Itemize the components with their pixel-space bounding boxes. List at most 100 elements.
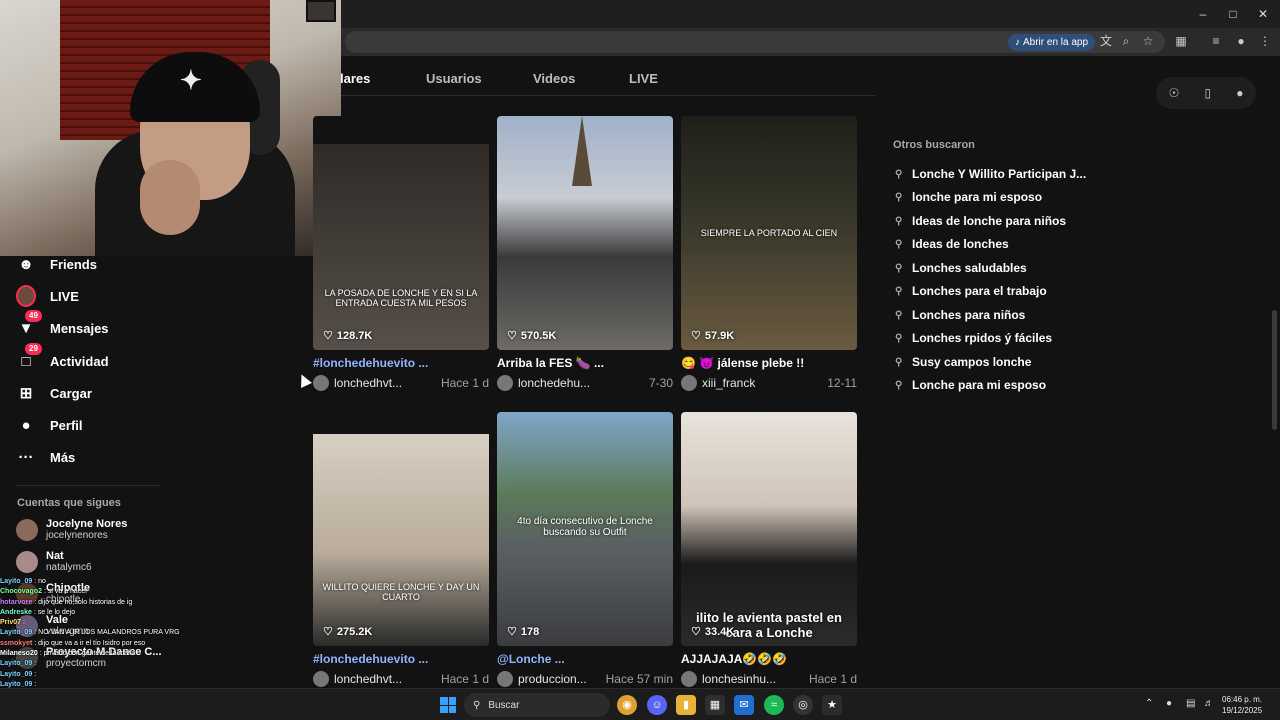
nav-messages[interactable]: ▼ 49 Mensajes (16, 310, 109, 340)
tab-live[interactable]: LIVE (629, 71, 658, 86)
profile-avatar-icon[interactable]: ● (1232, 32, 1250, 50)
video-card[interactable]: WILLITO QUIERE LONCHE Y DAY UN CUARTO ♡ 2… (313, 412, 489, 687)
extensions-icon[interactable]: ▦ (1172, 32, 1190, 50)
nav-friends[interactable]: ☻ Friends (16, 252, 97, 276)
video-thumbnail[interactable]: ♡ 570.5K (497, 116, 673, 350)
stream-chat-overlay: Layito_09 : no Chocovago2 : si va a hace… (0, 577, 200, 690)
following-item[interactable]: Jocelyne Nores jocelynenores (16, 515, 127, 545)
chat-line: ssmokyet : dijo que va a ir el tío Isidr… (0, 639, 146, 647)
video-caption[interactable]: Arriba la FES 🍆 ... (497, 356, 673, 370)
more-icon: ··· (18, 448, 34, 466)
video-meta: lonchedehu... 7-30 (497, 375, 673, 391)
microphone-icon[interactable]: ● (1166, 698, 1172, 709)
wall-frame (306, 0, 336, 22)
video-thumbnail[interactable]: ilito le avienta pastel en cara a Lonche… (681, 412, 857, 646)
video-caption[interactable]: AJJAJAJA🤣🤣🤣 (681, 652, 857, 666)
video-card[interactable]: LA POSADA DE LONCHE Y EN SI LA ENTRADA C… (313, 116, 489, 391)
obs-icon[interactable]: ◎ (793, 695, 813, 715)
video-card[interactable]: SIEMPRE LA PORTADO AL CIEN ♡ 57.9K 😋 😈 já… (681, 116, 857, 391)
nav-upload[interactable]: ⊞ Cargar (16, 381, 92, 405)
related-search-item[interactable]: ⚲ Susy campos lonche (895, 353, 1031, 371)
video-card[interactable]: ilito le avienta pastel en cara a Lonche… (681, 412, 857, 687)
chat-line: Andreske : se le lo dejo (0, 608, 76, 616)
video-author[interactable]: lonchedhvt... (334, 672, 435, 686)
following-name: Jocelyne Nores (46, 518, 128, 530)
taskbar-clock[interactable]: 06:46 p. m. 19/12/2025 (1222, 694, 1262, 716)
chrome-icon[interactable]: ◉ (617, 695, 637, 715)
taskbar-search[interactable]: ⚲ Buscar (464, 693, 610, 717)
media-icon[interactable]: ≡ (1207, 32, 1225, 50)
video-card[interactable]: ♡ 570.5K Arriba la FES 🍆 ... lonchedehu..… (497, 116, 673, 391)
video-likes: ♡ 33.4K (691, 625, 735, 639)
zoom-icon[interactable]: ⌕ (1117, 32, 1135, 50)
translate-icon[interactable]: 文 (1097, 32, 1115, 50)
taskbar-search-placeholder: Buscar (488, 699, 520, 711)
video-author[interactable]: produccion... (518, 672, 600, 686)
video-caption[interactable]: 😋 😈 jálense plebe !! (681, 356, 857, 370)
user-avatar-icon[interactable]: ● (1236, 86, 1243, 100)
tab-videos[interactable]: Videos (533, 71, 575, 86)
video-caption[interactable]: #lonchedehuevito ... (313, 356, 489, 370)
related-search-item[interactable]: ⚲ Ideas de lonches (895, 235, 1009, 253)
page-scrollbar[interactable] (1272, 310, 1277, 430)
mobile-icon[interactable]: ▯ (1204, 86, 1211, 100)
video-thumbnail[interactable]: SIEMPRE LA PORTADO AL CIEN ♡ 57.9K (681, 116, 857, 350)
nav-activity[interactable]: □ 29 Actividad (16, 343, 109, 373)
compass-icon[interactable]: ☉ (1169, 86, 1180, 100)
clock-time: 06:46 p. m. (1222, 695, 1263, 704)
related-search-item[interactable]: ⚲ Lonches rpidos ý fáciles (895, 329, 1052, 347)
tiktok-icon: ♪ (1015, 37, 1020, 48)
related-search-item[interactable]: ⚲ Lonche Y Willito Participan J... (895, 165, 1086, 183)
messages-badge: 49 (25, 310, 42, 322)
video-thumbnail[interactable]: 4to día consecutivo de Lonche buscando s… (497, 412, 673, 646)
related-search-item[interactable]: ⚲ Lonches para niños (895, 306, 1025, 324)
open-in-app-button[interactable]: ♪ Abrir en la app (1008, 34, 1096, 51)
following-user: natalymc6 (46, 562, 92, 573)
nav-upload-label: Cargar (50, 385, 92, 401)
video-thumbnail[interactable]: WILLITO QUIERE LONCHE Y DAY UN CUARTO ♡ 2… (313, 412, 489, 646)
nav-more[interactable]: ··· Más (16, 445, 76, 469)
start-button[interactable] (440, 697, 456, 713)
spotify-icon[interactable]: ≈ (764, 695, 784, 715)
video-author[interactable]: lonchesinhu... (702, 672, 803, 686)
browser-menu-icon[interactable]: ⋮ (1256, 32, 1274, 50)
network-icon[interactable]: ▤ (1186, 698, 1195, 709)
app-icon[interactable]: ★ (822, 695, 842, 715)
volume-icon[interactable]: ♬ (1204, 698, 1214, 709)
video-time: Hace 1 d (440, 672, 489, 686)
video-caption[interactable]: #lonchedehuevito ... (313, 652, 489, 666)
video-thumbnail[interactable]: LA POSADA DE LONCHE Y EN SI LA ENTRADA C… (313, 116, 489, 350)
video-author[interactable]: xiii_franck (702, 376, 821, 390)
store-icon[interactable]: ▦ (705, 695, 725, 715)
tab-users[interactable]: Usuarios (426, 71, 482, 86)
following-item[interactable]: Nat natalymc6 (16, 547, 92, 577)
maximize-icon[interactable]: □ (1218, 4, 1248, 24)
file-explorer-icon[interactable]: ▮ (676, 695, 696, 715)
video-author[interactable]: lonchedehu... (518, 376, 643, 390)
tab-top[interactable]: lares (340, 71, 370, 86)
video-meta: lonchedhvt... Hace 1 d (313, 671, 489, 687)
nav-live-label: LIVE (50, 288, 79, 304)
discord-icon[interactable]: ☺ (647, 695, 667, 715)
tray-chevron-icon[interactable]: ⌃ (1145, 698, 1153, 709)
video-caption[interactable]: @Lonche ... (497, 652, 673, 666)
upload-icon: ⊞ (19, 385, 33, 402)
avatar (497, 671, 513, 687)
bookmark-star-icon[interactable]: ☆ (1139, 32, 1157, 50)
video-author[interactable]: lonchedhvt... (334, 376, 435, 390)
search-icon: ⚲ (895, 262, 903, 274)
minimize-icon[interactable]: – (1188, 4, 1218, 24)
related-search-item[interactable]: ⚲ Lonches saludables (895, 259, 1027, 277)
nav-profile[interactable]: ● Perfil (16, 413, 82, 437)
mail-icon[interactable]: ✉ (734, 695, 754, 715)
search-tabs: lares Usuarios Videos LIVE (340, 58, 876, 96)
related-search-item[interactable]: ⚲ lonche para mi esposo (895, 188, 1042, 206)
close-icon[interactable]: ✕ (1248, 4, 1278, 24)
related-search-item[interactable]: ⚲ Lonches para el trabajo (895, 282, 1047, 300)
related-search-item[interactable]: ⚲ Lonche para mi esposo (895, 376, 1046, 394)
search-icon: ⚲ (895, 238, 903, 250)
chat-line: Priv07 : (0, 619, 25, 627)
nav-live[interactable]: LIVE (16, 284, 79, 308)
video-card[interactable]: 4to día consecutivo de Lonche buscando s… (497, 412, 673, 687)
related-search-item[interactable]: ⚲ Ideas de lonche para niños (895, 212, 1066, 230)
